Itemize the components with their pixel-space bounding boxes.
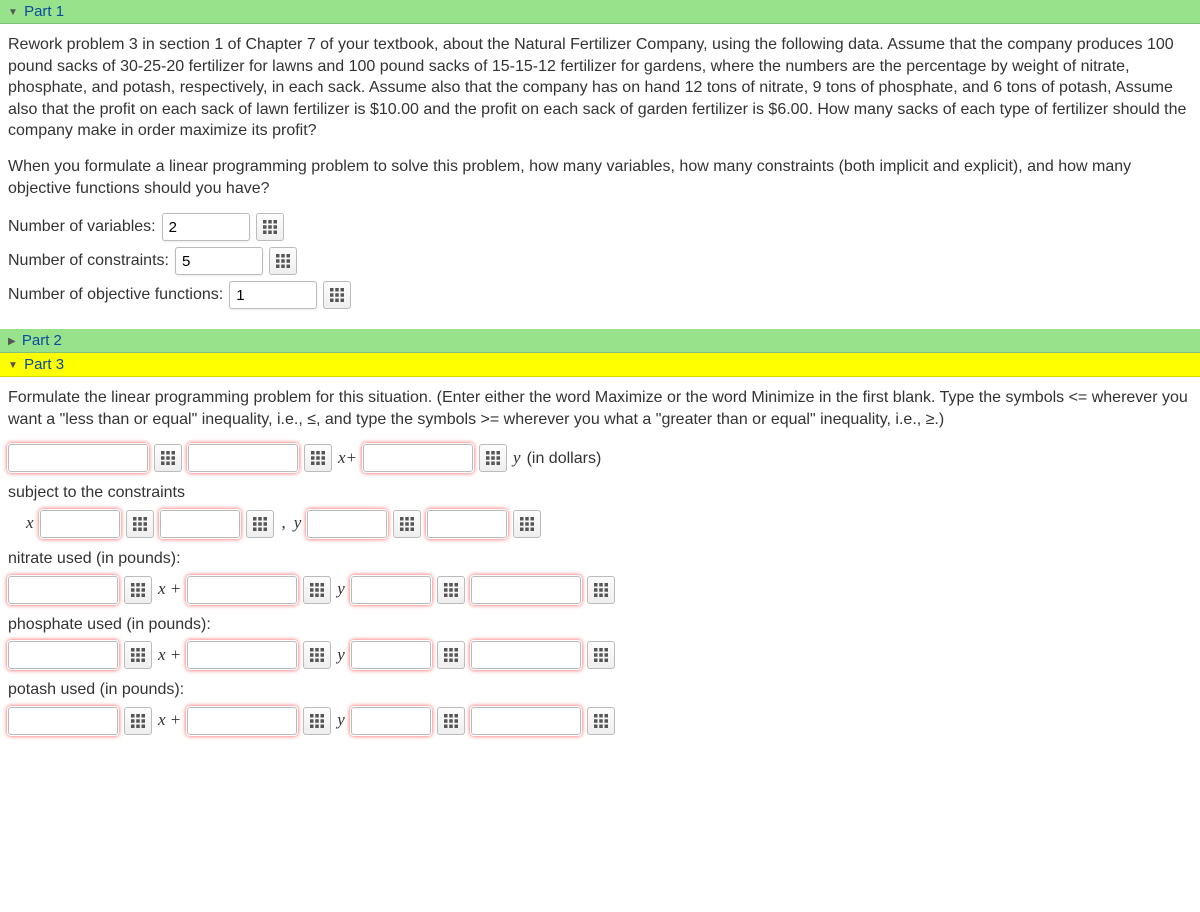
label-num-objectives: Number of objective functions: [8,284,223,306]
math-y: y [294,512,302,535]
phosphate-row: x + y [8,641,1192,669]
keypad-icon[interactable] [587,641,615,669]
keypad-icon[interactable] [154,444,182,472]
part3-content: Formulate the linear programming problem… [0,377,1200,755]
part2-header[interactable]: ▶ Part 2 [0,329,1200,353]
input-potash-xcoef[interactable] [8,707,118,735]
math-y: y [337,709,345,732]
part2-title: Part 2 [22,332,62,349]
problem-text: Rework problem 3 in section 1 of Chapter… [8,34,1192,142]
nitrate-label: nitrate used (in pounds): [8,548,1192,570]
keypad-icon[interactable] [513,510,541,538]
input-nitrate-rel[interactable] [351,576,431,604]
potash-row: x + y [8,707,1192,735]
keypad-icon[interactable] [323,281,351,309]
collapse-triangle-down-icon: ▼ [8,7,18,18]
potash-label: potash used (in pounds): [8,679,1192,701]
keypad-icon[interactable] [437,641,465,669]
math-x-plus: x + [158,578,181,601]
input-phosphate-rhs[interactable] [471,641,581,669]
input-num-variables[interactable] [162,213,250,241]
math-x-plus: x + [158,709,181,732]
keypad-icon[interactable] [437,707,465,735]
input-y-bound[interactable] [427,510,507,538]
input-nitrate-ycoef[interactable] [187,576,297,604]
comma-sep: , [282,512,286,535]
input-phosphate-xcoef[interactable] [8,641,118,669]
input-potash-rhs[interactable] [471,707,581,735]
row-num-constraints: Number of constraints: [8,247,1192,275]
label-num-constraints: Number of constraints: [8,250,169,272]
row-num-objectives: Number of objective functions: [8,281,1192,309]
part3-header[interactable]: ▼ Part 3 [0,353,1200,377]
part3-title: Part 3 [24,356,64,373]
nonneg-row: x , y [8,510,1192,538]
input-potash-rel[interactable] [351,707,431,735]
input-nitrate-rhs[interactable] [471,576,581,604]
input-coef-y[interactable] [363,444,473,472]
keypad-icon[interactable] [269,247,297,275]
input-objective-verb[interactable] [8,444,148,472]
math-x: x [26,512,34,535]
keypad-icon[interactable] [124,707,152,735]
input-nitrate-xcoef[interactable] [8,576,118,604]
math-y: y [337,644,345,667]
keypad-icon[interactable] [124,576,152,604]
input-phosphate-rel[interactable] [351,641,431,669]
input-x-rel[interactable] [40,510,120,538]
objective-row: x+ y (in dollars) [8,444,1192,472]
keypad-icon[interactable] [303,641,331,669]
part3-instructions: Formulate the linear programming problem… [8,387,1192,430]
keypad-icon[interactable] [124,641,152,669]
nitrate-row: x + y [8,576,1192,604]
input-coef-x[interactable] [188,444,298,472]
math-y: y [337,578,345,601]
part1-header[interactable]: ▼ Part 1 [0,0,1200,24]
keypad-icon[interactable] [126,510,154,538]
math-y: y [513,447,521,470]
input-num-objectives[interactable] [229,281,317,309]
collapse-triangle-down-icon: ▼ [8,360,18,371]
keypad-icon[interactable] [256,213,284,241]
input-phosphate-ycoef[interactable] [187,641,297,669]
input-x-bound[interactable] [160,510,240,538]
keypad-icon[interactable] [587,707,615,735]
keypad-icon[interactable] [246,510,274,538]
keypad-icon[interactable] [303,576,331,604]
keypad-icon[interactable] [587,576,615,604]
keypad-icon[interactable] [304,444,332,472]
keypad-icon[interactable] [303,707,331,735]
math-x-plus: x + [158,644,181,667]
input-num-constraints[interactable] [175,247,263,275]
keypad-icon[interactable] [437,576,465,604]
objective-suffix: (in dollars) [527,448,602,470]
row-num-variables: Number of variables: [8,213,1192,241]
math-x-plus: x+ [338,447,357,470]
input-y-rel[interactable] [307,510,387,538]
keypad-icon[interactable] [393,510,421,538]
subject-to-label: subject to the constraints [8,482,1192,504]
input-potash-ycoef[interactable] [187,707,297,735]
part1-content: Rework problem 3 in section 1 of Chapter… [0,24,1200,329]
expand-triangle-right-icon: ▶ [8,336,16,347]
phosphate-label: phosphate used (in pounds): [8,614,1192,636]
keypad-icon[interactable] [479,444,507,472]
question-text: When you formulate a linear programming … [8,156,1192,199]
part1-title: Part 1 [24,3,64,20]
label-num-variables: Number of variables: [8,216,156,238]
